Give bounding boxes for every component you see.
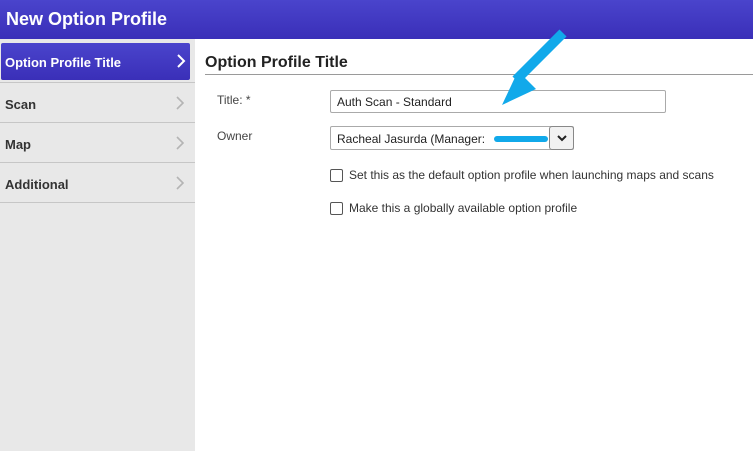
- sidebar-item-option-profile-title[interactable]: Option Profile Title: [1, 43, 190, 80]
- chevron-right-icon: [177, 54, 186, 68]
- sidebar-item-label: Map: [5, 137, 31, 152]
- arrow-icon: [502, 29, 567, 105]
- global-profile-option[interactable]: Make this a globally available option pr…: [330, 200, 577, 216]
- default-profile-label: Set this as the default option profile w…: [349, 168, 714, 182]
- default-profile-option[interactable]: Set this as the default option profile w…: [330, 167, 714, 183]
- title-label: Title: *: [217, 93, 251, 107]
- global-profile-checkbox[interactable]: [330, 201, 343, 215]
- owner-select-value: Racheal Jasurda (Manager:: [337, 132, 486, 146]
- sidebar-item-map[interactable]: Map: [0, 123, 195, 163]
- sidebar: Option Profile Title Scan Map Additional: [0, 39, 195, 451]
- default-profile-checkbox[interactable]: [330, 168, 343, 182]
- sidebar-item-scan[interactable]: Scan: [0, 83, 195, 123]
- owner-select-button[interactable]: [549, 126, 574, 150]
- chevron-right-icon: [176, 136, 185, 150]
- chevron-right-icon: [176, 176, 185, 190]
- sidebar-item-label: Scan: [5, 97, 37, 112]
- redaction-mark: [494, 136, 548, 142]
- sidebar-item-label: Additional: [5, 177, 69, 192]
- chevron-right-icon: [176, 96, 185, 110]
- sidebar-item-label: Option Profile Title: [5, 55, 122, 70]
- global-profile-label: Make this a globally available option pr…: [349, 201, 578, 215]
- sidebar-item-additional[interactable]: Additional: [0, 163, 195, 203]
- chevron-down-icon: [557, 135, 567, 142]
- owner-select[interactable]: Racheal Jasurda (Manager:: [330, 126, 574, 150]
- owner-label: Owner: [217, 129, 253, 143]
